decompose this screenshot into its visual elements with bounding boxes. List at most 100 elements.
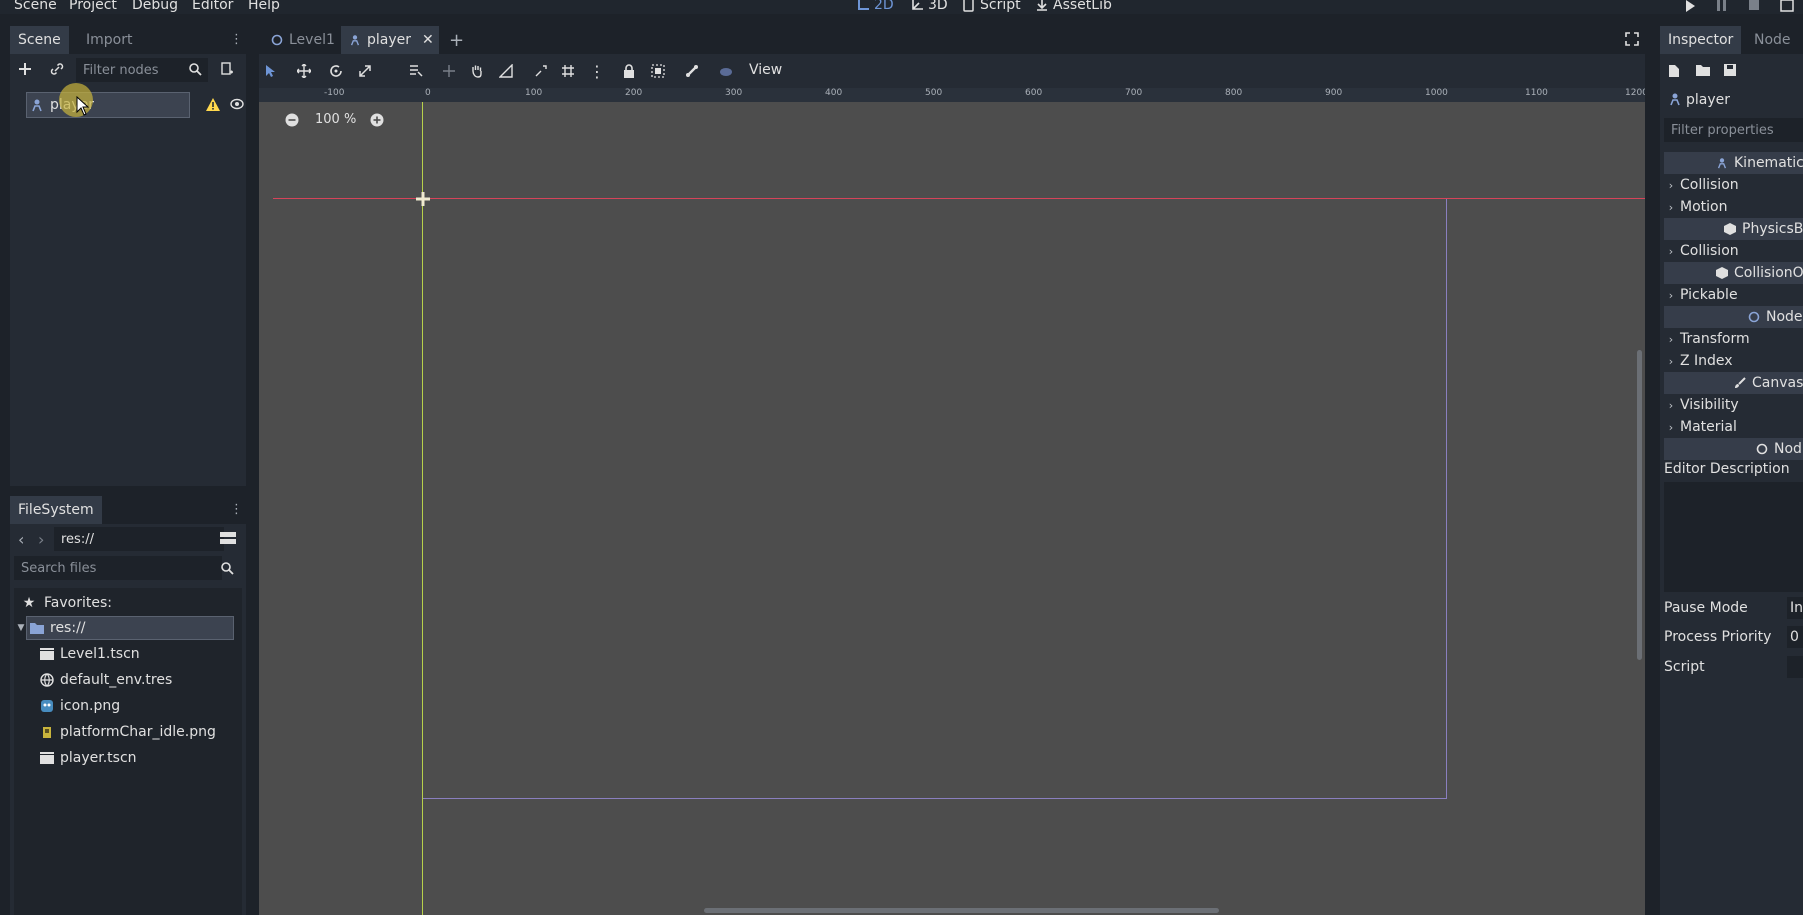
section-label: CollisionO xyxy=(1734,265,1803,281)
add-node-icon[interactable] xyxy=(18,62,32,76)
dock-menu-icon[interactable]: ⋮ xyxy=(230,502,243,517)
cube-icon xyxy=(1716,267,1728,279)
horizontal-scrollbar[interactable] xyxy=(704,908,1219,913)
zoom-out-icon[interactable] xyxy=(285,113,299,127)
tab-scene[interactable]: Scene xyxy=(10,26,69,54)
pan-tool-icon[interactable] xyxy=(470,64,484,78)
add-tab-icon[interactable]: + xyxy=(449,30,464,51)
pause-mode-dropdown[interactable]: In xyxy=(1787,597,1803,619)
tab-node[interactable]: Node xyxy=(1746,26,1799,54)
section-label: Canvas xyxy=(1752,375,1803,391)
snap-options-icon[interactable]: ⋮ xyxy=(589,62,605,81)
pivot-tool-icon[interactable] xyxy=(442,64,456,78)
menu-debug[interactable]: Debug xyxy=(132,0,178,13)
script-resource-picker[interactable] xyxy=(1787,656,1803,678)
property-process-priority: Process Priority 0 xyxy=(1664,626,1803,648)
group-pickable[interactable]: › Pickable xyxy=(1664,284,1803,306)
back-icon[interactable]: ‹ xyxy=(18,530,24,549)
file-item[interactable]: icon.png xyxy=(40,693,120,719)
vertical-scrollbar[interactable] xyxy=(1637,350,1642,660)
editor-description-field[interactable] xyxy=(1664,482,1803,592)
scale-tool-icon[interactable] xyxy=(358,64,372,78)
fullscreen-icon[interactable] xyxy=(1625,32,1639,46)
process-priority-spinbox[interactable]: 0 xyxy=(1787,626,1803,648)
path-field[interactable] xyxy=(54,527,224,551)
section-kinematicbody[interactable]: Kinematic xyxy=(1664,152,1803,174)
group-collision[interactable]: › Collision xyxy=(1664,174,1803,196)
tab-player[interactable]: player ✕ xyxy=(341,26,439,54)
ruler-label: 500 xyxy=(925,88,943,98)
open-folder-icon[interactable] xyxy=(1696,64,1710,76)
menu-editor[interactable]: Editor xyxy=(192,0,233,13)
forward-icon[interactable]: › xyxy=(38,530,44,549)
group-material[interactable]: › Material xyxy=(1664,416,1803,438)
warning-icon[interactable] xyxy=(206,98,220,111)
chevron-down-icon: ▼ xyxy=(17,623,25,633)
zoom-in-icon[interactable] xyxy=(370,113,384,127)
list-select-icon[interactable] xyxy=(409,64,423,78)
file-item[interactable]: default_env.tres xyxy=(40,667,172,693)
visibility-eye-icon[interactable] xyxy=(230,98,244,110)
workspace-script-button[interactable]: Script xyxy=(962,0,1021,13)
attach-script-icon[interactable] xyxy=(220,62,234,76)
stop-icon[interactable] xyxy=(1748,0,1760,12)
group-motion[interactable]: › Motion xyxy=(1664,196,1803,218)
file-item[interactable]: Level1.tscn xyxy=(40,641,140,667)
camera-override-icon[interactable] xyxy=(719,64,733,78)
workspace-2d-button[interactable]: 2D xyxy=(856,0,894,13)
dock-menu-icon[interactable]: ⋮ xyxy=(230,32,243,47)
chevron-right-icon: › xyxy=(1668,178,1674,192)
canvas-viewport[interactable]: 100 % xyxy=(259,102,1645,915)
section-node2d[interactable]: Node xyxy=(1664,306,1803,328)
file-item[interactable]: platformChar_idle.png xyxy=(40,719,216,745)
menu-project[interactable]: Project xyxy=(69,0,117,13)
smart-snap-icon[interactable] xyxy=(534,64,548,78)
canvas-toolbar: ⋮ View xyxy=(259,54,1645,88)
section-node[interactable]: Nod xyxy=(1664,438,1803,460)
tab-level1[interactable]: Level1 xyxy=(263,26,343,54)
menu-scene[interactable]: Scene xyxy=(14,0,57,13)
section-collisionobject[interactable]: CollisionO xyxy=(1664,262,1803,284)
workspace-assetlib-button[interactable]: AssetLib xyxy=(1035,0,1112,13)
group-collision[interactable]: › Collision xyxy=(1664,240,1803,262)
play-icon[interactable] xyxy=(1684,0,1696,12)
view-menu[interactable]: View xyxy=(749,62,782,78)
file-item[interactable]: player.tscn xyxy=(40,745,137,771)
menu-help[interactable]: Help xyxy=(248,0,280,13)
tab-inspector[interactable]: Inspector xyxy=(1660,26,1742,54)
filter-properties-input[interactable] xyxy=(1664,118,1803,142)
search-files-input[interactable] xyxy=(14,556,222,580)
workspace-3d-button[interactable]: 3D xyxy=(910,0,948,13)
lock-icon[interactable] xyxy=(623,64,635,78)
split-view-icon[interactable] xyxy=(220,530,236,546)
workspace-3d-label: 3D xyxy=(928,0,948,13)
zoom-level[interactable]: 100 % xyxy=(315,112,356,127)
grid-snap-icon[interactable] xyxy=(561,64,575,78)
group-label: Collision xyxy=(1680,177,1739,193)
skeleton-bone-icon[interactable] xyxy=(685,64,699,78)
instance-scene-icon[interactable] xyxy=(50,62,64,76)
kinematic-body-icon xyxy=(30,98,44,112)
play-scene-icon[interactable] xyxy=(1780,0,1794,12)
ruler-label: 600 xyxy=(1025,88,1043,98)
section-canvasitem[interactable]: Canvas xyxy=(1664,372,1803,394)
group-visibility[interactable]: › Visibility xyxy=(1664,394,1803,416)
move-tool-icon[interactable] xyxy=(297,64,311,78)
group-transform[interactable]: › Transform xyxy=(1664,328,1803,350)
group-icon[interactable] xyxy=(651,64,665,78)
pause-icon[interactable] xyxy=(1716,0,1728,12)
favorites-row[interactable]: ★ Favorites: xyxy=(22,590,112,616)
rotate-tool-icon[interactable] xyxy=(329,64,343,78)
new-resource-icon[interactable] xyxy=(1668,64,1680,78)
save-icon[interactable] xyxy=(1724,64,1736,76)
group-z-index[interactable]: › Z Index xyxy=(1664,350,1803,372)
scene-tree-item-player[interactable]: player xyxy=(26,92,244,118)
select-tool-icon[interactable] xyxy=(265,64,277,78)
ruler-tool-icon[interactable] xyxy=(499,64,513,78)
tab-filesystem[interactable]: FileSystem xyxy=(10,496,102,524)
close-icon[interactable]: ✕ xyxy=(422,26,434,54)
res-folder-row[interactable]: ▼ res:// xyxy=(16,615,86,641)
section-physicsbody[interactable]: PhysicsB xyxy=(1664,218,1803,240)
tab-import[interactable]: Import xyxy=(78,26,140,54)
object-name[interactable]: player xyxy=(1686,92,1730,108)
